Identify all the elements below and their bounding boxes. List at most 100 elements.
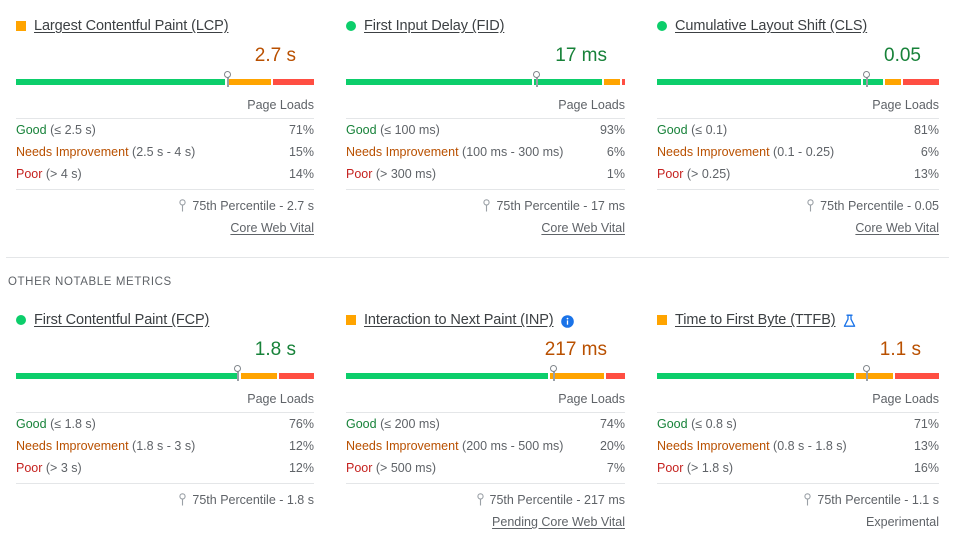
table-row: Needs Improvement (100 ms - 300 ms) 6% xyxy=(346,141,625,163)
percentile-text: 75th Percentile - 2.7 s xyxy=(192,199,314,213)
card-footer-ttfb: Experimental xyxy=(866,515,939,529)
status-square-icon xyxy=(16,21,26,31)
bucket-range: (> 300 ms) xyxy=(375,167,436,181)
card-footer-lcp[interactable]: Core Web Vital xyxy=(16,217,314,239)
table-row: Needs Improvement (1.8 s - 3 s) 12% xyxy=(16,435,314,457)
bucket-percent: 74% xyxy=(599,417,625,431)
table-row: Good (≤ 100 ms) 93% xyxy=(346,119,625,141)
metric-value-ttfb: 1.1 s xyxy=(879,339,921,360)
table-row: Good (≤ 200 ms) 74% xyxy=(346,413,625,435)
info-icon[interactable] xyxy=(560,314,574,328)
table-row: Poor (> 3 s) 12% xyxy=(16,457,314,479)
distribution-bar-ttfb xyxy=(657,365,939,384)
metric-card-inp: Interaction to Next Paint (INP) 217 ms P… xyxy=(330,298,641,533)
p75-marker-icon xyxy=(533,71,541,87)
flask-icon[interactable] xyxy=(843,314,856,328)
bucket-label: Needs Improvement xyxy=(657,439,770,453)
bucket-range: (100 ms - 300 ms) xyxy=(462,145,564,159)
percentile-text: 75th Percentile - 1.1 s xyxy=(817,493,939,507)
status-square-icon xyxy=(657,315,667,325)
table-row: Poor (> 0.25) 13% xyxy=(657,163,939,185)
bucket-range: (≤ 0.8 s) xyxy=(691,417,737,431)
status-square-icon xyxy=(346,315,356,325)
bucket-percent: 14% xyxy=(288,167,314,181)
metric-title-fcp[interactable]: First Contentful Paint (FCP) xyxy=(34,312,209,328)
bucket-percent: 15% xyxy=(288,145,314,159)
bucket-label: Poor xyxy=(346,461,373,475)
metric-value-fid: 17 ms xyxy=(555,45,607,66)
bucket-range: (≤ 2.5 s) xyxy=(50,123,96,137)
status-circle-icon xyxy=(16,315,26,325)
percentile-line-fcp: 75th Percentile - 1.8 s xyxy=(16,484,314,511)
page-loads-label-cls: Page Loads xyxy=(872,98,939,112)
card-header-lcp: Largest Contentful Paint (LCP) xyxy=(16,4,314,42)
bucket-range: (> 3 s) xyxy=(45,461,82,475)
core-web-vital-link[interactable]: Core Web Vital xyxy=(541,221,625,235)
distribution-bar-fcp xyxy=(16,365,315,384)
metric-title-inp[interactable]: Interaction to Next Paint (INP) xyxy=(364,312,554,328)
card-header-inp: Interaction to Next Paint (INP) xyxy=(346,298,625,336)
table-row: Needs Improvement (200 ms - 500 ms) 20% xyxy=(346,435,625,457)
page-loads-label-ttfb: Page Loads xyxy=(872,392,939,406)
bucket-percent: 13% xyxy=(913,439,939,453)
bucket-label: Poor xyxy=(657,461,684,475)
distribution-bar-lcp xyxy=(16,71,314,90)
distribution-bar-cls xyxy=(657,71,939,90)
bucket-label: Needs Improvement xyxy=(657,145,770,159)
other-notable-metrics-row: First Contentful Paint (FCP) 1.8 s Page … xyxy=(0,288,955,533)
bucket-label: Poor xyxy=(657,167,684,181)
metric-card-fid: First Input Delay (FID) 17 ms Page Loads… xyxy=(330,4,641,239)
table-row: Good (≤ 0.1) 81% xyxy=(657,119,939,141)
percentile-line-lcp: 75th Percentile - 2.7 s xyxy=(16,190,314,217)
p75-marker-icon xyxy=(549,365,558,381)
bucket-range: (> 1.8 s) xyxy=(686,461,734,475)
bucket-range: (≤ 200 ms) xyxy=(380,417,440,431)
percentile-line-ttfb: 75th Percentile - 1.1 s xyxy=(657,484,939,511)
card-footer-fcp xyxy=(16,511,314,533)
card-footer-cls[interactable]: Core Web Vital xyxy=(657,217,939,239)
bucket-range: (> 500 ms) xyxy=(375,461,436,475)
bucket-percent: 7% xyxy=(606,461,625,475)
bucket-label: Good xyxy=(16,123,47,137)
bucket-percent: 71% xyxy=(288,123,314,137)
table-row: Poor (> 1.8 s) 16% xyxy=(657,457,939,479)
core-web-vital-link[interactable]: Core Web Vital xyxy=(230,221,314,235)
bucket-label: Needs Improvement xyxy=(346,145,459,159)
bucket-range: (1.8 s - 3 s) xyxy=(132,439,196,453)
percentile-text: 75th Percentile - 217 ms xyxy=(489,493,626,507)
bucket-percent: 20% xyxy=(599,439,625,453)
p75-marker-icon xyxy=(234,365,242,381)
bucket-range: (≤ 100 ms) xyxy=(380,123,440,137)
bucket-label: Good xyxy=(657,417,688,431)
bucket-label: Good xyxy=(657,123,688,137)
percentile-text: 75th Percentile - 17 ms xyxy=(496,199,625,213)
table-row: Good (≤ 0.8 s) 71% xyxy=(657,413,939,435)
bucket-range: (200 ms - 500 ms) xyxy=(462,439,564,453)
bucket-range: (0.8 s - 1.8 s) xyxy=(773,439,847,453)
core-web-vital-link[interactable]: Core Web Vital xyxy=(855,221,939,235)
metric-title-lcp[interactable]: Largest Contentful Paint (LCP) xyxy=(34,18,229,34)
metric-title-ttfb[interactable]: Time to First Byte (TTFB) xyxy=(675,312,836,328)
card-header-cls: Cumulative Layout Shift (CLS) xyxy=(657,4,939,42)
bucket-percent: 12% xyxy=(288,439,314,453)
metric-title-cls[interactable]: Cumulative Layout Shift (CLS) xyxy=(675,18,867,34)
bucket-label: Poor xyxy=(16,461,43,475)
bucket-range: (≤ 1.8 s) xyxy=(50,417,96,431)
bucket-percent: 71% xyxy=(913,417,939,431)
metric-value-lcp: 2.7 s xyxy=(254,45,296,66)
table-row: Needs Improvement (0.8 s - 1.8 s) 13% xyxy=(657,435,939,457)
pending-core-web-vital-link[interactable]: Pending Core Web Vital xyxy=(492,515,625,529)
bucket-label: Poor xyxy=(346,167,373,181)
card-footer-fid[interactable]: Core Web Vital xyxy=(346,217,625,239)
card-footer-inp[interactable]: Pending Core Web Vital xyxy=(346,511,625,533)
percentile-text: 75th Percentile - 0.05 xyxy=(820,199,939,213)
metric-card-lcp: Largest Contentful Paint (LCP) 2.7 s Pag… xyxy=(0,4,330,239)
pin-icon xyxy=(178,198,187,212)
bucket-range: (0.1 - 0.25) xyxy=(773,145,835,159)
page-loads-label-fcp: Page Loads xyxy=(247,392,314,406)
p75-marker-icon xyxy=(863,365,871,381)
metric-title-fid[interactable]: First Input Delay (FID) xyxy=(364,18,504,34)
bucket-range: (2.5 s - 4 s) xyxy=(132,145,196,159)
p75-marker-icon xyxy=(863,71,871,87)
